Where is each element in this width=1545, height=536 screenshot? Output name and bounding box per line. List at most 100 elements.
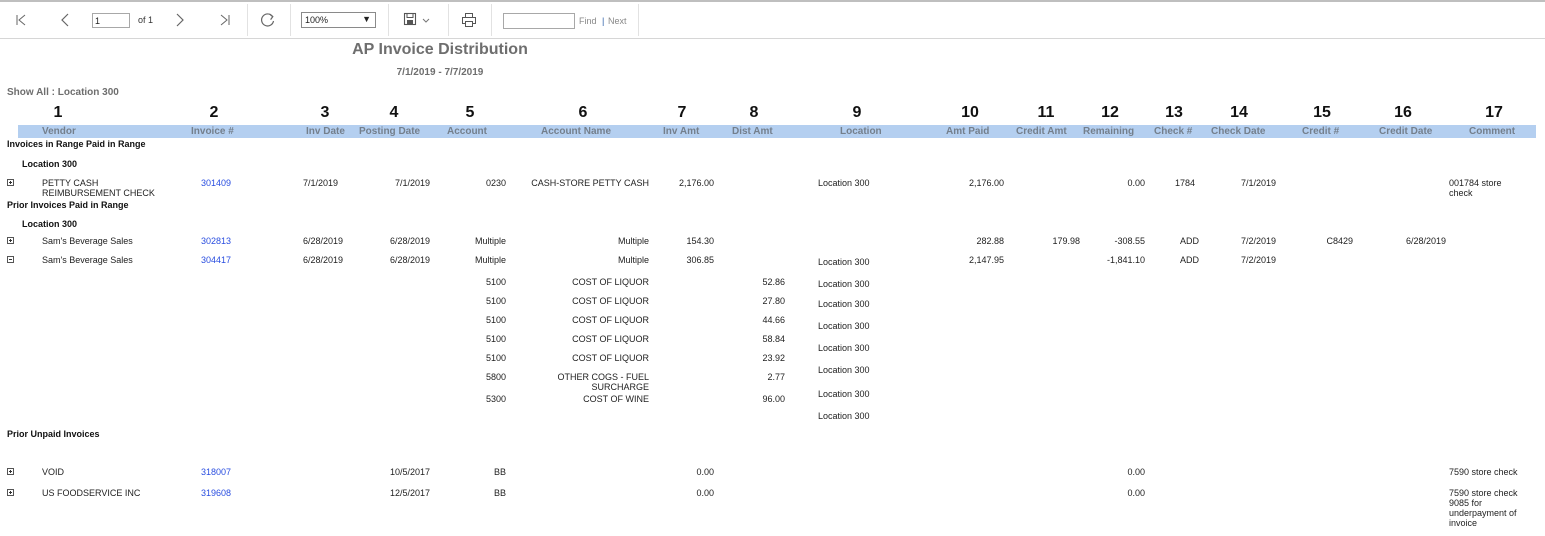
invoice-link[interactable]: 302813	[201, 236, 231, 246]
dist-account-cell: 5100	[485, 334, 506, 344]
account-name-cell: Multiple	[617, 236, 649, 246]
dist-location-cell: Location 300	[818, 279, 870, 289]
amt-paid-cell: 2,176.00	[968, 178, 1004, 188]
posting-date-cell: 7/1/2019	[394, 178, 430, 188]
export-save-icon[interactable]	[398, 2, 438, 38]
inv-amt-cell: 2,176.00	[678, 178, 714, 188]
dist-account-cell: 5800	[485, 372, 506, 382]
column-number: 15	[1313, 104, 1331, 121]
vendor-cell: PETTY CASH REIMBURSEMENT CHECK	[42, 178, 155, 198]
vendor-cell: US FOODSERVICE INC	[42, 488, 141, 498]
account-cell: 0230	[485, 178, 506, 188]
collapse-icon[interactable]	[7, 256, 14, 263]
location-group-label: Location 300	[22, 159, 78, 169]
dist-account-cell: 5300	[485, 394, 506, 404]
find-link[interactable]: Find	[579, 16, 597, 26]
report-toolbar: of 1 100% ▼ Find | Next	[0, 2, 1545, 39]
toolbar-separator	[491, 4, 492, 36]
section-title: Invoices in Range Paid in Range	[7, 139, 146, 149]
header-dist-amt: Dist Amt	[732, 126, 773, 137]
header-comment: Comment	[1469, 126, 1516, 137]
last-page-icon[interactable]	[212, 2, 238, 38]
dist-amt-cell: 96.00	[762, 394, 785, 404]
inv-amt-cell: 0.00	[696, 467, 714, 477]
inv-date-cell: 7/1/2019	[303, 178, 339, 188]
comment-cell: 7590 store check 9085 for underpayment o…	[1449, 488, 1518, 528]
header-vendor: Vendor	[42, 126, 76, 137]
account-cell: BB	[493, 488, 506, 498]
dist-location-cell: Location 300	[818, 411, 870, 421]
remaining-cell: 0.00	[1127, 467, 1145, 477]
expand-icon[interactable]	[7, 489, 14, 496]
zoom-value: 100%	[305, 15, 329, 25]
dist-amt-cell: 58.84	[762, 334, 785, 344]
vendor-cell: Sam's Beverage Sales	[42, 236, 133, 246]
credit-amt-cell: 179.98	[1052, 236, 1080, 246]
column-number: 5	[465, 104, 475, 121]
account-name-cell: Multiple	[617, 255, 649, 265]
column-number: 1	[53, 104, 63, 121]
dist-account-name-cell: COST OF LIQUOR	[572, 277, 649, 287]
find-input[interactable]	[503, 13, 575, 29]
dist-amt-cell: 27.80	[762, 296, 785, 306]
expand-icon[interactable]	[7, 468, 14, 475]
dist-account-name-cell: OTHER COGS - FUEL SURCHARGE	[557, 372, 649, 392]
location-cell: Location 300	[818, 257, 870, 267]
first-page-icon[interactable]	[8, 2, 34, 38]
dist-location-cell: Location 300	[818, 299, 870, 309]
vendor-cell: VOID	[42, 467, 65, 477]
remaining-cell: -1,841.10	[1106, 255, 1145, 265]
dist-amt-cell: 23.92	[762, 353, 785, 363]
print-icon[interactable]	[456, 2, 482, 38]
remaining-cell: -308.55	[1114, 236, 1145, 246]
toolbar-separator	[388, 4, 389, 36]
invoice-link[interactable]: 304417	[201, 255, 231, 265]
section-title: Prior Invoices Paid in Range	[7, 200, 129, 210]
expand-icon[interactable]	[7, 237, 14, 244]
dist-account-name-cell: COST OF LIQUOR	[572, 334, 649, 344]
header-check-no: Check #	[1154, 126, 1193, 137]
invoice-link[interactable]: 318007	[201, 467, 231, 477]
column-number: 10	[961, 104, 979, 121]
toolbar-separator	[247, 4, 248, 36]
header-amt-paid: Amt Paid	[946, 126, 990, 137]
zoom-select[interactable]: 100% ▼	[301, 12, 376, 28]
remaining-cell: 0.00	[1127, 178, 1145, 188]
location-group-label: Location 300	[22, 219, 78, 229]
column-number: 16	[1394, 104, 1412, 121]
invoice-link[interactable]: 319608	[201, 488, 231, 498]
column-number: 9	[852, 104, 862, 121]
column-number: 17	[1485, 104, 1503, 121]
dist-account-name-cell: COST OF WINE	[583, 394, 649, 404]
refresh-icon[interactable]	[255, 2, 281, 38]
show-all-filter: Show All : Location 300	[7, 87, 119, 98]
previous-page-icon[interactable]	[52, 2, 78, 38]
report-date-range: 7/1/2019 - 7/7/2019	[396, 67, 484, 78]
dist-account-cell: 5100	[485, 315, 506, 325]
dist-account-cell: 5100	[485, 277, 506, 287]
expand-icon[interactable]	[7, 179, 14, 186]
invoice-link[interactable]: 301409	[201, 178, 231, 188]
page-number-input[interactable]	[92, 13, 130, 28]
column-number: 2	[209, 104, 219, 121]
dist-account-cell: 5100	[485, 353, 506, 363]
section-title: Prior Unpaid Invoices	[7, 429, 100, 439]
amt-paid-cell: 282.88	[976, 236, 1004, 246]
column-number: 11	[1037, 104, 1055, 121]
inv-date-cell: 6/28/2019	[303, 236, 344, 246]
header-credit-amt: Credit Amt	[1016, 126, 1067, 137]
header-location: Location	[840, 126, 882, 137]
toolbar-separator	[638, 4, 639, 36]
report-title: AP Invoice Distribution	[352, 41, 528, 58]
dist-account-name-cell: COST OF LIQUOR	[572, 315, 649, 325]
header-check-date: Check Date	[1211, 126, 1266, 137]
credit-date-cell: 6/28/2019	[1405, 236, 1446, 246]
next-page-icon[interactable]	[167, 2, 193, 38]
account-cell: BB	[493, 467, 506, 477]
vendor-cell: Sam's Beverage Sales	[42, 255, 133, 265]
comment-cell: 001784 store check	[1449, 178, 1502, 198]
dist-amt-cell: 2.77	[767, 372, 785, 382]
next-link[interactable]: Next	[608, 16, 627, 26]
dist-location-cell: Location 300	[818, 389, 870, 399]
column-number: 13	[1165, 104, 1183, 121]
